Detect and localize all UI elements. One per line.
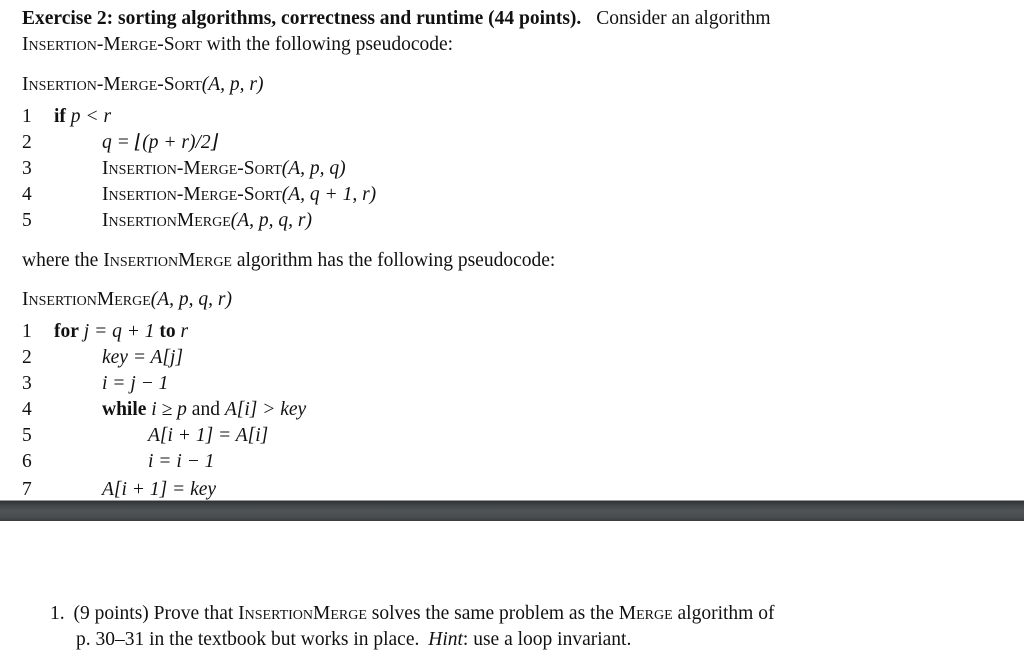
between-algorithm-name: InsertionMerge xyxy=(103,250,232,271)
call-name: Insertion-Merge-Sort xyxy=(102,184,282,205)
ims-title-name: Insertion-Merge-Sort xyxy=(22,74,202,95)
line-content: key = A[j] xyxy=(102,347,184,368)
hint-label: Hint xyxy=(428,629,463,650)
ims-title: Insertion-Merge-Sort(A, p, r) xyxy=(22,73,264,97)
line-content: Insertion-Merge-Sort(A, p, q) xyxy=(102,157,346,181)
question-end-1: algorithm of xyxy=(677,603,775,624)
line-number: 3 xyxy=(22,158,32,179)
line-number: 1 xyxy=(22,106,32,127)
line-number: 2 xyxy=(22,132,32,153)
line-content: i = i − 1 xyxy=(148,451,215,472)
im-title-name: InsertionMerge xyxy=(22,289,151,310)
line-content: InsertionMerge(A, p, q, r) xyxy=(102,209,312,233)
line-number: 5 xyxy=(22,425,32,446)
line-number: 7 xyxy=(22,479,32,500)
line-number: 6 xyxy=(22,451,32,472)
condition: p < r xyxy=(70,106,112,127)
call-args: (A, q + 1, r) xyxy=(281,184,377,205)
loop-start: j = q + 1 xyxy=(83,321,155,342)
keyword-for: for xyxy=(54,321,79,342)
line-number: 2 xyxy=(22,347,32,368)
keyword-to: to xyxy=(159,321,176,342)
call-args: (A, p, q, r) xyxy=(230,210,313,231)
hint-text: : use a loop invariant. xyxy=(462,629,632,650)
keyword-if: if xyxy=(54,106,66,127)
line-content: A[i + 1] = key xyxy=(102,479,217,500)
algorithm-name: Insertion-Merge-Sort xyxy=(22,34,202,55)
insertion-merge-intro: where the InsertionMerge algorithm has t… xyxy=(22,249,555,273)
call-name: InsertionMerge xyxy=(102,210,231,231)
intro-rest: with the following pseudocode: xyxy=(206,34,454,55)
line-content: i = j − 1 xyxy=(102,373,169,394)
exercise-intro-text: Consider an algorithm xyxy=(596,8,771,29)
while-cond-1: i ≥ p xyxy=(151,399,187,420)
line-number: 4 xyxy=(22,399,32,420)
line-number: 4 xyxy=(22,184,32,205)
question-mid: solves the same problem as the xyxy=(371,603,614,624)
document-page: Exercise 2: sorting algorithms, correctn… xyxy=(0,0,1024,664)
loop-end: r xyxy=(180,321,189,342)
line-content: Insertion-Merge-Sort(A, q + 1, r) xyxy=(102,183,376,207)
line-content: A[i + 1] = A[i] xyxy=(148,425,269,446)
call-name: Insertion-Merge-Sort xyxy=(102,158,282,179)
exercise-intro-line: Insertion-Merge-Sort with the following … xyxy=(22,33,453,57)
im-title: InsertionMerge(A, p, q, r) xyxy=(22,288,232,312)
between-pre: where the xyxy=(22,250,99,271)
while-cond-2: A[i] > key xyxy=(224,399,307,420)
divider-bar xyxy=(0,500,1024,521)
and-word: and xyxy=(191,399,220,420)
upper-document-region: Exercise 2: sorting algorithms, correctn… xyxy=(0,0,1024,500)
line-content: while i ≥ p and A[i] > key xyxy=(102,398,306,422)
line-content: if p < r xyxy=(54,105,111,129)
ims-title-args: (A, p, r) xyxy=(201,74,264,95)
question-number: 1. xyxy=(50,603,65,624)
question-algo-1: InsertionMerge xyxy=(238,603,367,624)
call-args: (A, p, q) xyxy=(281,158,346,179)
line-content: q = ⌊(p + r)/2⌋ xyxy=(102,132,219,153)
between-post: algorithm has the following pseudocode: xyxy=(236,250,556,271)
question-1-line-2: p. 30–31 in the textbook but works in pl… xyxy=(76,628,631,652)
line-content: for j = q + 1 to r xyxy=(54,320,188,344)
question-points: (9 points) Prove that xyxy=(73,603,234,624)
question-line-2-text: p. 30–31 in the textbook but works in pl… xyxy=(76,629,420,650)
question-algo-2: Merge xyxy=(618,603,673,624)
line-number: 1 xyxy=(22,321,32,342)
exercise-heading: Exercise 2: sorting algorithms, correctn… xyxy=(22,7,771,31)
keyword-while: while xyxy=(102,399,147,420)
line-number: 3 xyxy=(22,373,32,394)
line-number: 5 xyxy=(22,210,32,231)
question-1-line-1: 1. (9 points) Prove that InsertionMerge … xyxy=(50,602,774,626)
im-title-args: (A, p, q, r) xyxy=(150,289,233,310)
exercise-title: Exercise 2: sorting algorithms, correctn… xyxy=(22,8,582,29)
